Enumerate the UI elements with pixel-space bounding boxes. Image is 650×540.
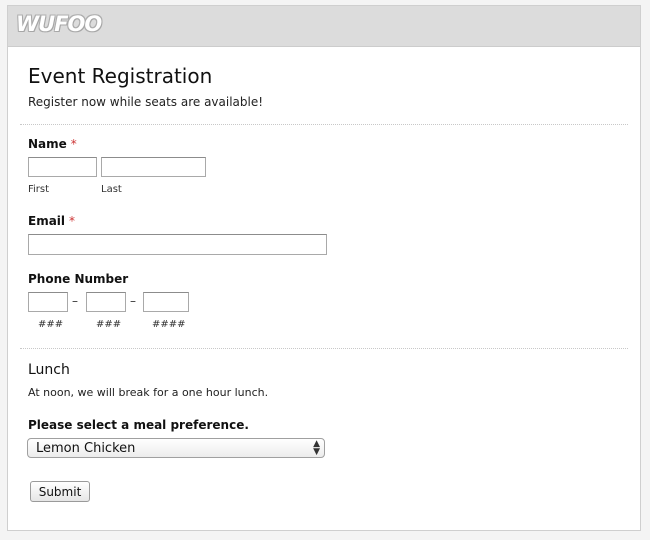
phone-label: Phone Number — [28, 272, 129, 286]
meal-selected-value: Lemon Chicken — [36, 441, 136, 456]
meal-preference-label: Please select a meal preference. — [28, 418, 249, 432]
phone-line-hint: #### — [152, 319, 186, 330]
brand-header: WUFOO — [8, 6, 640, 47]
required-mark: * — [70, 137, 77, 151]
name-label: Name * — [28, 137, 77, 151]
phone-prefix-input[interactable] — [86, 292, 126, 312]
email-field[interactable] — [28, 234, 327, 255]
required-mark: * — [69, 214, 76, 228]
name-label-text: Name — [28, 137, 67, 151]
last-name-sublabel: Last — [101, 184, 122, 195]
select-arrows-icon: ▲ ▼ — [313, 439, 320, 457]
lunch-section-description: At noon, we will break for a one hour lu… — [28, 386, 269, 399]
phone-area-hint: ### — [38, 319, 64, 330]
phone-prefix-hint: ### — [96, 319, 122, 330]
section-divider — [20, 348, 628, 349]
phone-area-input[interactable] — [28, 292, 68, 312]
form-title: Event Registration — [28, 64, 213, 88]
submit-button[interactable]: Submit — [30, 481, 90, 502]
phone-separator: – — [72, 294, 78, 308]
first-name-input[interactable] — [28, 157, 97, 177]
form-container: WUFOO Event Registration Register now wh… — [7, 5, 641, 531]
first-name-sublabel: First — [28, 184, 50, 195]
divider — [20, 124, 628, 125]
email-label: Email * — [28, 214, 75, 228]
last-name-input[interactable] — [101, 157, 206, 177]
email-label-text: Email — [28, 214, 66, 228]
meal-preference-select[interactable]: Lemon Chicken ▲ ▼ — [27, 438, 325, 458]
phone-separator: – — [130, 294, 136, 308]
phone-line-input[interactable] — [143, 292, 189, 312]
wufoo-logo: WUFOO — [16, 12, 102, 36]
lunch-section-title: Lunch — [28, 362, 70, 378]
form-description: Register now while seats are available! — [28, 95, 264, 109]
